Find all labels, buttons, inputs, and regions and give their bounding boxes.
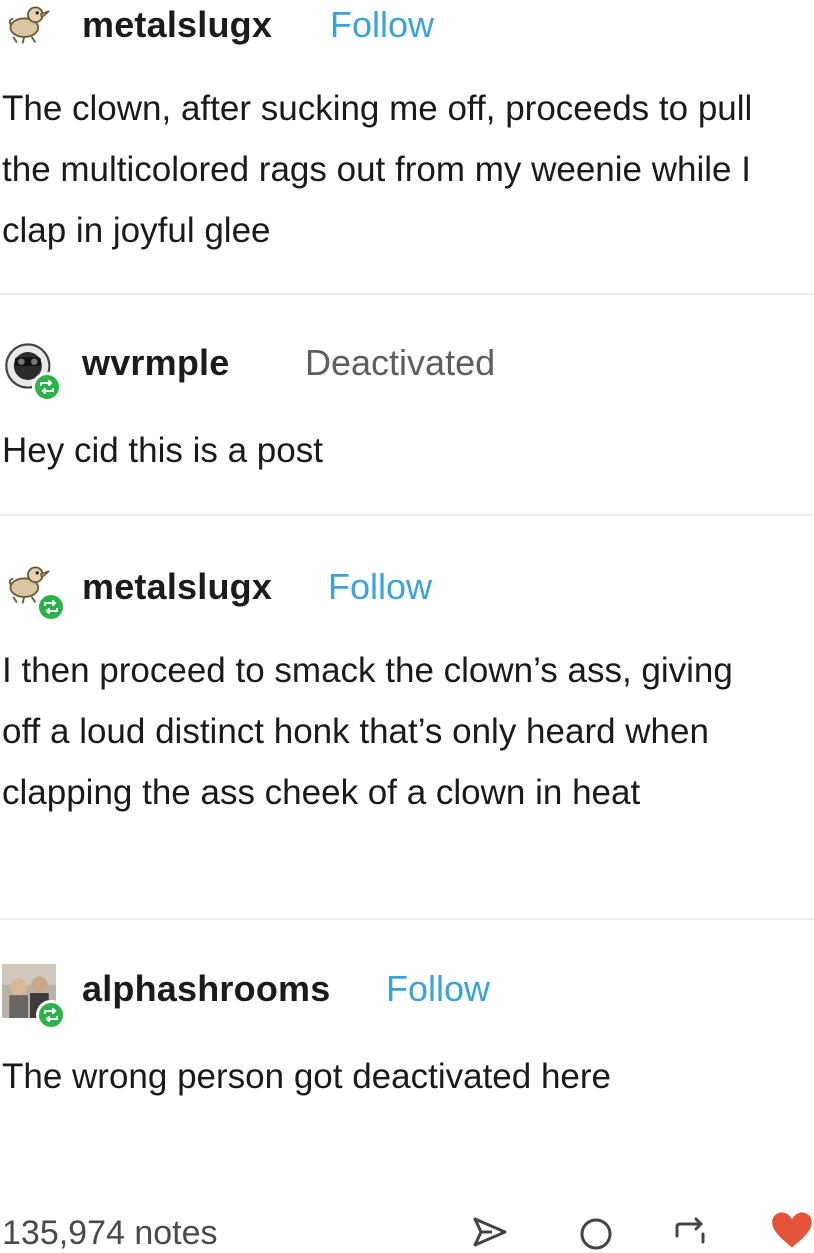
post-header: metalslugx Follow [0, 0, 814, 60]
post-text: I then proceed to smack the clown’s ass,… [2, 651, 733, 812]
post-header: wvrmple Deactivated [0, 338, 814, 402]
post-header: metalslugx Follow [0, 560, 814, 622]
notes-count[interactable]: 135,974 notes [2, 1214, 218, 1253]
divider [0, 514, 814, 516]
follow-button[interactable]: Follow [330, 4, 434, 46]
username[interactable]: metalslugx [82, 4, 272, 46]
reblog-badge-icon [36, 1000, 66, 1030]
post-text: Hey cid this is a post [2, 431, 323, 470]
follow-button[interactable]: Follow [386, 968, 490, 1010]
username[interactable]: metalslugx [82, 566, 272, 608]
post-header: alphashrooms Follow [0, 962, 814, 1030]
post-4: alphashrooms Follow The wrong person got… [0, 962, 814, 1096]
duck-avatar-icon[interactable] [4, 0, 52, 48]
follow-button[interactable]: Follow [328, 566, 432, 608]
deactivated-label: Deactivated [305, 342, 496, 383]
divider [0, 918, 814, 920]
post-text: The clown, after sucking me off, proceed… [2, 89, 753, 250]
username[interactable]: wvrmple [82, 342, 229, 384]
post-1: metalslugx Follow The clown, after sucki… [0, 0, 814, 250]
reblog-badge-icon [32, 372, 62, 402]
post-2: wvrmple Deactivated Hey cid this is a po… [0, 338, 814, 470]
reblog-badge-icon [36, 592, 66, 622]
post-footer: 135,974 notes [0, 1200, 814, 1252]
post-text: The wrong person got deactivated here [2, 1057, 611, 1096]
username[interactable]: alphashrooms [82, 968, 330, 1010]
post-3: metalslugx Follow I then proceed to smac… [0, 560, 814, 812]
divider [0, 293, 814, 295]
like-icon[interactable] [770, 1210, 814, 1250]
